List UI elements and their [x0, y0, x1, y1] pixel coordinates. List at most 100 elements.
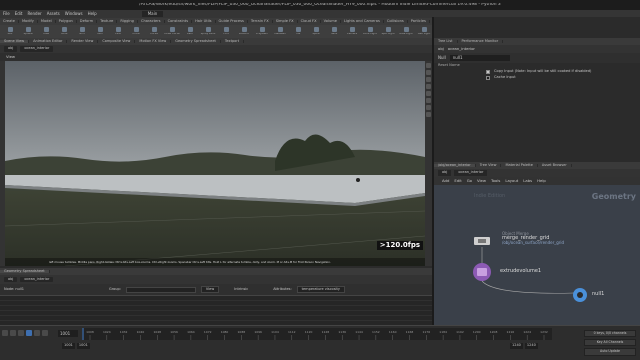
menu-assets[interactable]: Assets	[47, 12, 60, 16]
network-path-root[interactable]: obj	[438, 170, 452, 176]
shelf-tab[interactable]: Hair Utils	[192, 19, 216, 24]
shelf-tool[interactable]: Grid	[74, 26, 90, 37]
intrinsic-toggle[interactable]: Intrinsic	[234, 287, 248, 292]
shelf-tool[interactable]: Tube	[38, 26, 54, 37]
net-menu-layout[interactable]: Layout	[505, 179, 518, 183]
shelf-tool[interactable]: Sphere	[20, 26, 36, 37]
param-path-root[interactable]: obj	[438, 47, 444, 51]
shelf-tab[interactable]: Texture	[97, 19, 118, 24]
attributes-field[interactable]: temperature viscosity	[296, 285, 345, 294]
path-root[interactable]: obj	[4, 46, 18, 52]
play-icon[interactable]	[26, 330, 32, 336]
shelf-tool[interactable]: Line	[110, 26, 126, 37]
menu-windows[interactable]: Windows	[65, 12, 83, 16]
shelf-tab[interactable]: Guide Process	[216, 19, 248, 24]
start-frame-field-2[interactable]: 1001	[76, 343, 90, 349]
shelf-tool[interactable]: Spiral	[308, 26, 324, 37]
jump-end-icon[interactable]	[42, 330, 48, 336]
net-menu-labs[interactable]: Labs	[523, 179, 532, 183]
menu-edit[interactable]: Edit	[15, 12, 23, 16]
start-frame-field[interactable]: 1001	[62, 343, 75, 349]
path-node[interactable]: ocean_interior	[20, 46, 54, 52]
end-frame-field[interactable]: 1240	[510, 343, 523, 349]
shelf-tab[interactable]: Rigging	[117, 19, 138, 24]
auto-update-select[interactable]: Auto Update	[584, 348, 636, 356]
tab-network-path[interactable]: /obj/ocean_interior	[434, 163, 476, 168]
tab-geometry-spreadsheet[interactable]: Geometry Spreadsheet	[171, 39, 221, 44]
display-options-icon[interactable]	[426, 63, 431, 68]
node-name-field[interactable]: null1	[449, 55, 510, 61]
end-frame-field-2[interactable]: 1240	[524, 343, 538, 349]
network-path-node[interactable]: ocean_interior	[454, 170, 488, 176]
shelf-tool[interactable]: Platonic	[236, 26, 252, 37]
scene-viewport[interactable]: >120.0fps	[5, 61, 425, 266]
shelf-tool[interactable]: Area Light	[398, 26, 414, 37]
menu-file[interactable]: File	[3, 12, 10, 16]
param-path-node[interactable]: ocean_interior	[448, 47, 475, 51]
tab-motion-fx-view[interactable]: Motion FX View	[135, 39, 172, 44]
shelf-tab[interactable]: Characters	[138, 19, 165, 24]
wireframe-icon[interactable]	[426, 70, 431, 75]
shelf-tab[interactable]: Lights and Cameras	[341, 19, 384, 24]
ghost-icon[interactable]	[426, 112, 431, 117]
shelf-tool[interactable]: Spray Paint	[200, 26, 216, 37]
net-menu-add[interactable]: Add	[442, 179, 449, 183]
view-select[interactable]: View	[200, 285, 220, 294]
current-frame-field[interactable]: 1001	[58, 330, 78, 337]
group-field[interactable]	[125, 286, 196, 293]
shelf-tab[interactable]: Collisions	[384, 19, 408, 24]
net-menu-tools[interactable]: Tools	[491, 179, 500, 183]
step-back-icon[interactable]	[10, 330, 16, 336]
extrudevolume-node[interactable]: extrudevolume1	[500, 269, 541, 274]
shelf-tool[interactable]: Camera	[344, 26, 360, 37]
tab-scene-view[interactable]: Scene View	[0, 39, 30, 44]
shelf-tab[interactable]: Terrain FX	[248, 19, 273, 24]
shelf-tool[interactable]: Circle	[128, 26, 144, 37]
grid-icon[interactable]	[426, 105, 431, 110]
jump-start-icon[interactable]	[2, 330, 8, 336]
shelf-tool[interactable]: L-System	[254, 26, 270, 37]
shelf-tab[interactable]: Simple FX	[273, 19, 298, 24]
timeline-ruler[interactable]: 1008 1024 1032 1040 1048 1056 1064 1072 1080 1088…	[82, 328, 552, 340]
tab-asset-browser[interactable]: Asset Browser	[538, 163, 572, 168]
shelf-tool[interactable]: Null	[92, 26, 108, 37]
shelf-tab[interactable]: Cloud FX	[298, 19, 321, 24]
null-node-icon[interactable]	[573, 288, 587, 302]
shelf-tab[interactable]: Deform	[77, 19, 98, 24]
tab-render-view[interactable]: Render View	[67, 39, 99, 44]
lighting-icon[interactable]	[426, 84, 431, 89]
shelf-tool[interactable]: Point Light	[362, 26, 378, 37]
null-node[interactable]: null1	[592, 292, 604, 297]
net-menu-go[interactable]: Go	[467, 179, 472, 183]
shelf-tool[interactable]: Curve	[146, 26, 162, 37]
shelf-tab[interactable]: Constraints	[165, 19, 193, 24]
net-menu-edit[interactable]: Edit	[454, 179, 461, 183]
play-reverse-icon[interactable]	[18, 330, 24, 336]
snap-icon[interactable]	[426, 98, 431, 103]
shelf-tool[interactable]: Helix	[326, 26, 342, 37]
tab-material-palette[interactable]: Material Palette	[501, 163, 538, 168]
copy-input-checkbox[interactable]	[486, 70, 490, 74]
shelf-tab[interactable]: Modify	[19, 19, 38, 24]
lower-path-root[interactable]: obj	[4, 276, 18, 283]
shelf-tool[interactable]: File	[290, 26, 306, 37]
spreadsheet-table[interactable]	[0, 295, 432, 325]
shelf-tab[interactable]: Particles	[408, 19, 430, 24]
menu-help[interactable]: Help	[88, 12, 97, 16]
object-merge-node[interactable]: Object Merge merge_render_grid /obj/ocea…	[502, 232, 564, 245]
net-menu-help[interactable]: Help	[537, 179, 546, 183]
shaded-icon[interactable]	[426, 77, 431, 82]
shelf-tab[interactable]: Volume	[321, 19, 341, 24]
shelf-tool[interactable]: Spot Light	[380, 26, 396, 37]
camera-icon[interactable]	[426, 91, 431, 96]
tab-tree-list[interactable]: Tree List	[434, 39, 458, 44]
menu-render[interactable]: Render	[27, 12, 41, 16]
shelf-tool[interactable]: Metaball	[272, 26, 288, 37]
shelf-tool[interactable]: Font	[218, 26, 234, 37]
shelf-tool[interactable]: Torus	[56, 26, 72, 37]
step-forward-icon[interactable]	[34, 330, 40, 336]
tab-geometry-spreadsheet-lower[interactable]: Geometry Spreadsheet	[0, 269, 50, 274]
view-label[interactable]: View	[6, 55, 15, 59]
cache-input-checkbox[interactable]	[486, 76, 490, 80]
shelf-tool[interactable]: Geo Light	[416, 26, 432, 37]
